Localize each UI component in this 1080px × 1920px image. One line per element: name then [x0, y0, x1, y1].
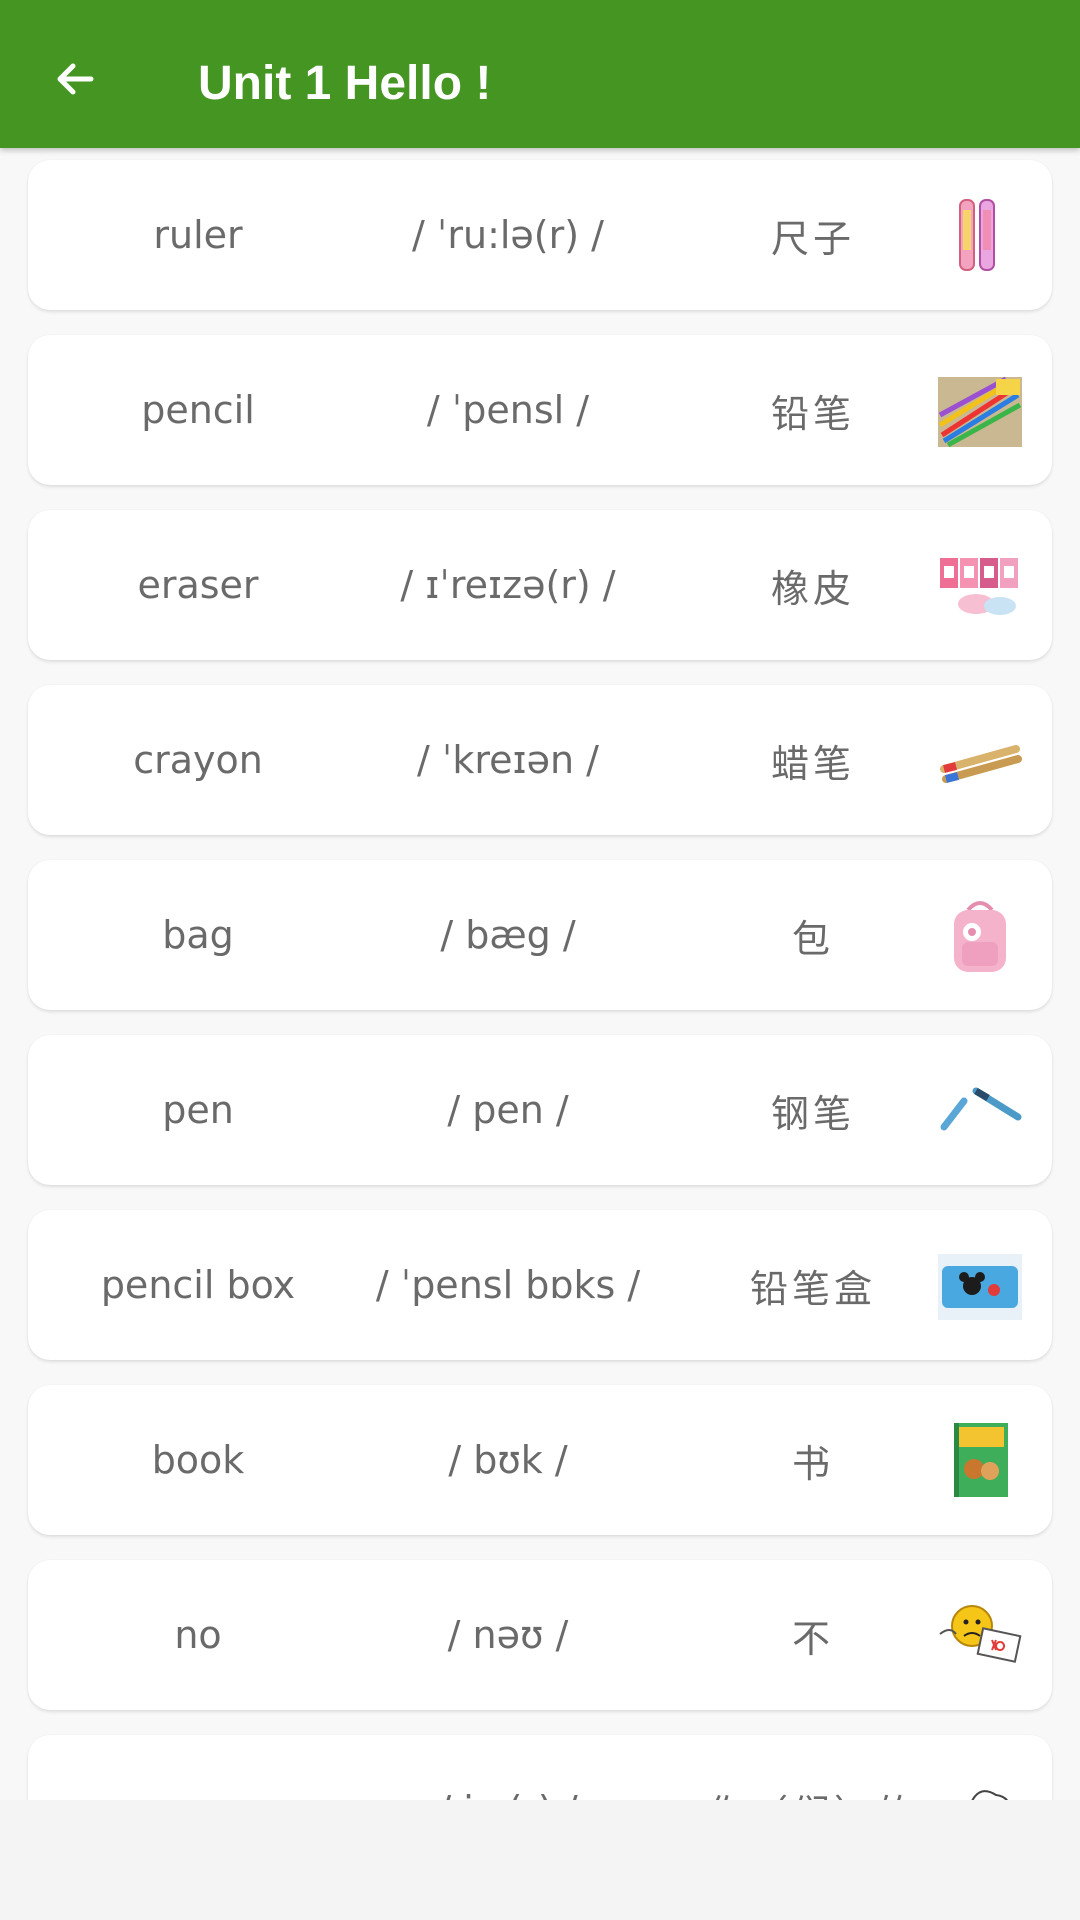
phonetic-text: / bʊk /: [448, 1438, 568, 1482]
word-list[interactable]: ruler / ˈru:lə(r) / 尺子 pencil / ˈpensl /…: [0, 148, 1080, 1800]
chinese-text: 铅笔盒: [749, 1266, 876, 1311]
phonetic-text: / ˈpensl bɒks /: [375, 1263, 641, 1307]
word-text: your: [58, 1735, 338, 1800]
your-image: [936, 1765, 1024, 1800]
word-card[interactable]: ruler / ˈru:lə(r) / 尺子: [28, 160, 1052, 310]
phonetic-text: / ˈru:lə(r) /: [412, 213, 604, 257]
word-text: bag: [162, 913, 234, 957]
phonetic-text: / ˈpensl /: [426, 388, 590, 432]
no-emoji-image: [936, 1590, 1024, 1680]
pencils-image: [936, 365, 1024, 455]
backpack-image: [936, 890, 1024, 980]
phonetic-text: / ˈkreɪən /: [417, 738, 599, 782]
phonetic-text: / nəʊ /: [447, 1613, 569, 1657]
back-button[interactable]: [40, 44, 110, 114]
word-text: no: [174, 1613, 222, 1657]
word-card[interactable]: your / jɔ:(r) / 你（们）的: [28, 1735, 1052, 1800]
chinese-text: 橡皮: [770, 566, 855, 611]
fountain-pen-image: [936, 1065, 1024, 1155]
word-card[interactable]: eraser / ɪˈreɪzə(r) / 橡皮: [28, 510, 1052, 660]
word-card[interactable]: bag / bæg / 包: [28, 860, 1052, 1010]
book-image: [936, 1415, 1024, 1505]
chinese-text: 钢笔: [770, 1091, 855, 1136]
pencil-box-image: [936, 1240, 1024, 1330]
chinese-text: 你（们）的: [678, 1735, 948, 1801]
chinese-text: 蜡笔: [770, 741, 855, 786]
chinese-text: 不: [791, 1616, 834, 1661]
bottom-blank-area: [0, 1800, 1080, 1920]
word-card[interactable]: book / bʊk / 书: [28, 1385, 1052, 1535]
page-title: Unit 1 Hello !: [198, 57, 492, 110]
arrow-left-icon: [51, 55, 99, 103]
word-card[interactable]: pencil / ˈpensl / 铅笔: [28, 335, 1052, 485]
word-text: eraser: [137, 563, 259, 607]
word-text: pencil box: [100, 1263, 296, 1307]
phonetic-text: / bæg /: [440, 913, 576, 957]
erasers-image: [936, 540, 1024, 630]
phonetic-text: / jɔ:(r) /: [338, 1735, 678, 1800]
word-card[interactable]: crayon / ˈkreɪən / 蜡笔: [28, 685, 1052, 835]
word-text: crayon: [133, 738, 263, 782]
chinese-text: 包: [791, 916, 834, 961]
word-card[interactable]: pen / pen / 钢笔: [28, 1035, 1052, 1185]
word-text: pen: [162, 1088, 234, 1132]
app-bar: Unit 1 Hello !: [0, 0, 1080, 148]
crayons-image: [936, 715, 1024, 805]
word-text: pencil: [141, 388, 255, 432]
chinese-text: 尺子: [770, 216, 855, 261]
word-text: book: [151, 1438, 245, 1482]
chinese-text: 书: [791, 1441, 834, 1486]
phonetic-text: / pen /: [447, 1088, 569, 1132]
ruler-image: [936, 190, 1024, 280]
word-text: ruler: [153, 213, 243, 257]
chinese-text: 铅笔: [770, 391, 855, 436]
word-card[interactable]: pencil box / ˈpensl bɒks / 铅笔盒: [28, 1210, 1052, 1360]
word-card[interactable]: no / nəʊ / 不: [28, 1560, 1052, 1710]
phonetic-text: / ɪˈreɪzə(r) /: [400, 563, 616, 607]
